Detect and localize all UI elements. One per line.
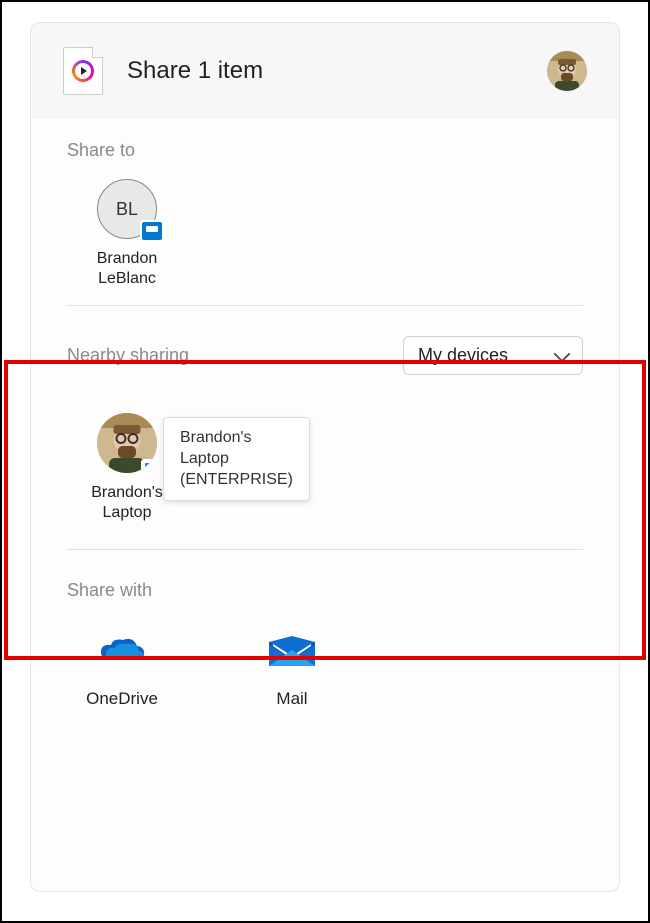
outlook-badge-icon: [140, 220, 164, 242]
app-mail[interactable]: Mail: [237, 627, 347, 709]
app-label: OneDrive: [86, 689, 158, 709]
share-panel: Share 1 item Share to BL Brandon LeBlanc: [30, 22, 620, 892]
share-title: Share 1 item: [127, 57, 547, 85]
file-media-icon: [63, 47, 103, 95]
nearby-sharing-title: Nearby sharing: [67, 345, 189, 366]
contact-name: Brandon LeBlanc: [67, 249, 187, 289]
contact-initials: BL: [116, 199, 138, 220]
divider: [67, 549, 583, 550]
share-header: Share 1 item: [31, 23, 619, 118]
nearby-scope-dropdown[interactable]: My devices: [403, 336, 583, 375]
contact-brandon-leblanc[interactable]: BL Brandon LeBlanc: [67, 179, 187, 289]
share-to-title: Share to: [67, 140, 583, 161]
dropdown-label: My devices: [418, 345, 508, 366]
nearby-sharing-section: Nearby sharing My devices: [31, 314, 619, 541]
mail-icon: [267, 627, 317, 677]
device-avatar: [97, 413, 157, 473]
share-with-section: Share with OneDrive: [31, 558, 619, 717]
onedrive-icon: [97, 627, 147, 677]
laptop-icon: [141, 459, 157, 473]
share-with-title: Share with: [67, 580, 583, 601]
device-tooltip: Brandon's Laptop (ENTERPRISE): [163, 417, 310, 501]
app-label: Mail: [276, 689, 307, 709]
divider: [67, 305, 583, 306]
chevron-down-icon: [554, 345, 571, 362]
device-brandons-laptop[interactable]: Brandon's Laptop Brandon's Laptop (ENTER…: [67, 413, 187, 523]
account-avatar[interactable]: [547, 51, 587, 91]
contact-avatar: BL: [97, 179, 157, 239]
app-onedrive[interactable]: OneDrive: [67, 627, 177, 709]
share-to-section: Share to BL Brandon LeBlanc: [31, 118, 619, 297]
